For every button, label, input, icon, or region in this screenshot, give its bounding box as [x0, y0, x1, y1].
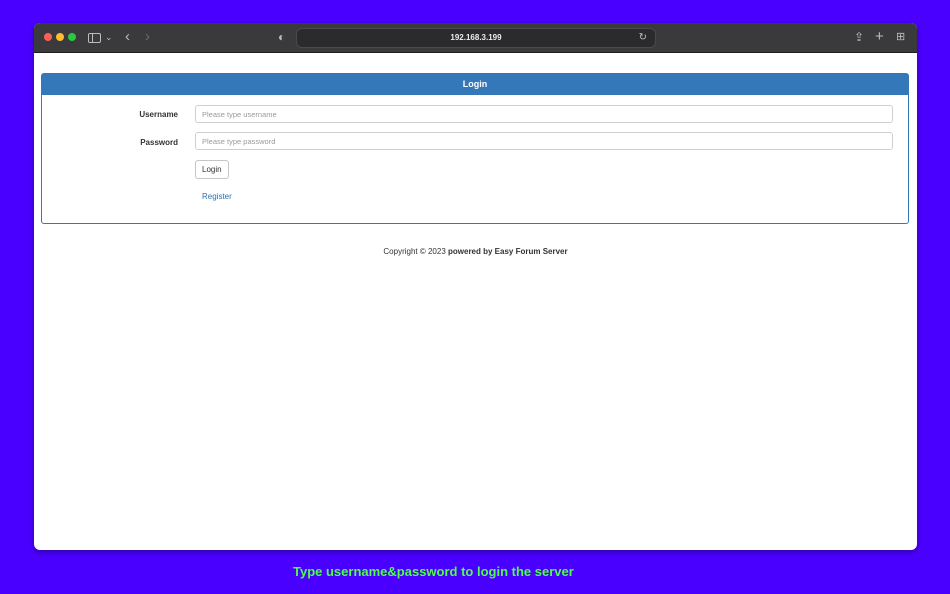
shield-icon[interactable]: ◐: [278, 28, 285, 46]
address-bar[interactable]: 192.168.3.199 ↻: [296, 28, 656, 48]
caption-text: Type username&password to login the serv…: [293, 564, 574, 579]
url-text[interactable]: 192.168.3.199: [297, 29, 655, 47]
browser-toolbar: ⌄ ‹ › ◐ 192.168.3.199 ↻ ⇪ + ⊞: [34, 23, 917, 53]
share-icon[interactable]: ⇪: [854, 28, 864, 46]
plus-icon[interactable]: +: [875, 28, 884, 46]
login-panel-title: Login: [42, 74, 908, 95]
close-window-button[interactable]: [44, 33, 52, 41]
register-link[interactable]: Register: [202, 192, 232, 201]
grid-icon[interactable]: ⊞: [896, 28, 905, 46]
sidebar-icon[interactable]: [88, 28, 101, 46]
username-label: Username: [139, 110, 178, 119]
copyright-text: Copyright © 2023: [383, 247, 446, 256]
chevron-right-icon[interactable]: ›: [145, 28, 150, 46]
login-button[interactable]: Login: [195, 160, 229, 179]
chevron-down-icon[interactable]: ⌄: [105, 28, 113, 46]
reload-icon[interactable]: ↻: [639, 29, 647, 47]
minimize-window-button[interactable]: [56, 33, 64, 41]
footer: Copyright © 2023 powered by Easy Forum S…: [34, 247, 917, 256]
browser-window: ⌄ ‹ › ◐ 192.168.3.199 ↻ ⇪ + ⊞ Login User…: [34, 23, 917, 550]
zoom-window-button[interactable]: [68, 33, 76, 41]
chevron-left-icon[interactable]: ‹: [125, 28, 130, 46]
username-input[interactable]: [195, 105, 893, 123]
password-input[interactable]: [195, 132, 893, 150]
login-panel: Login Username Password Login Register: [41, 73, 909, 224]
powered-by-text: powered by Easy Forum Server: [448, 247, 568, 256]
password-label: Password: [140, 138, 178, 147]
